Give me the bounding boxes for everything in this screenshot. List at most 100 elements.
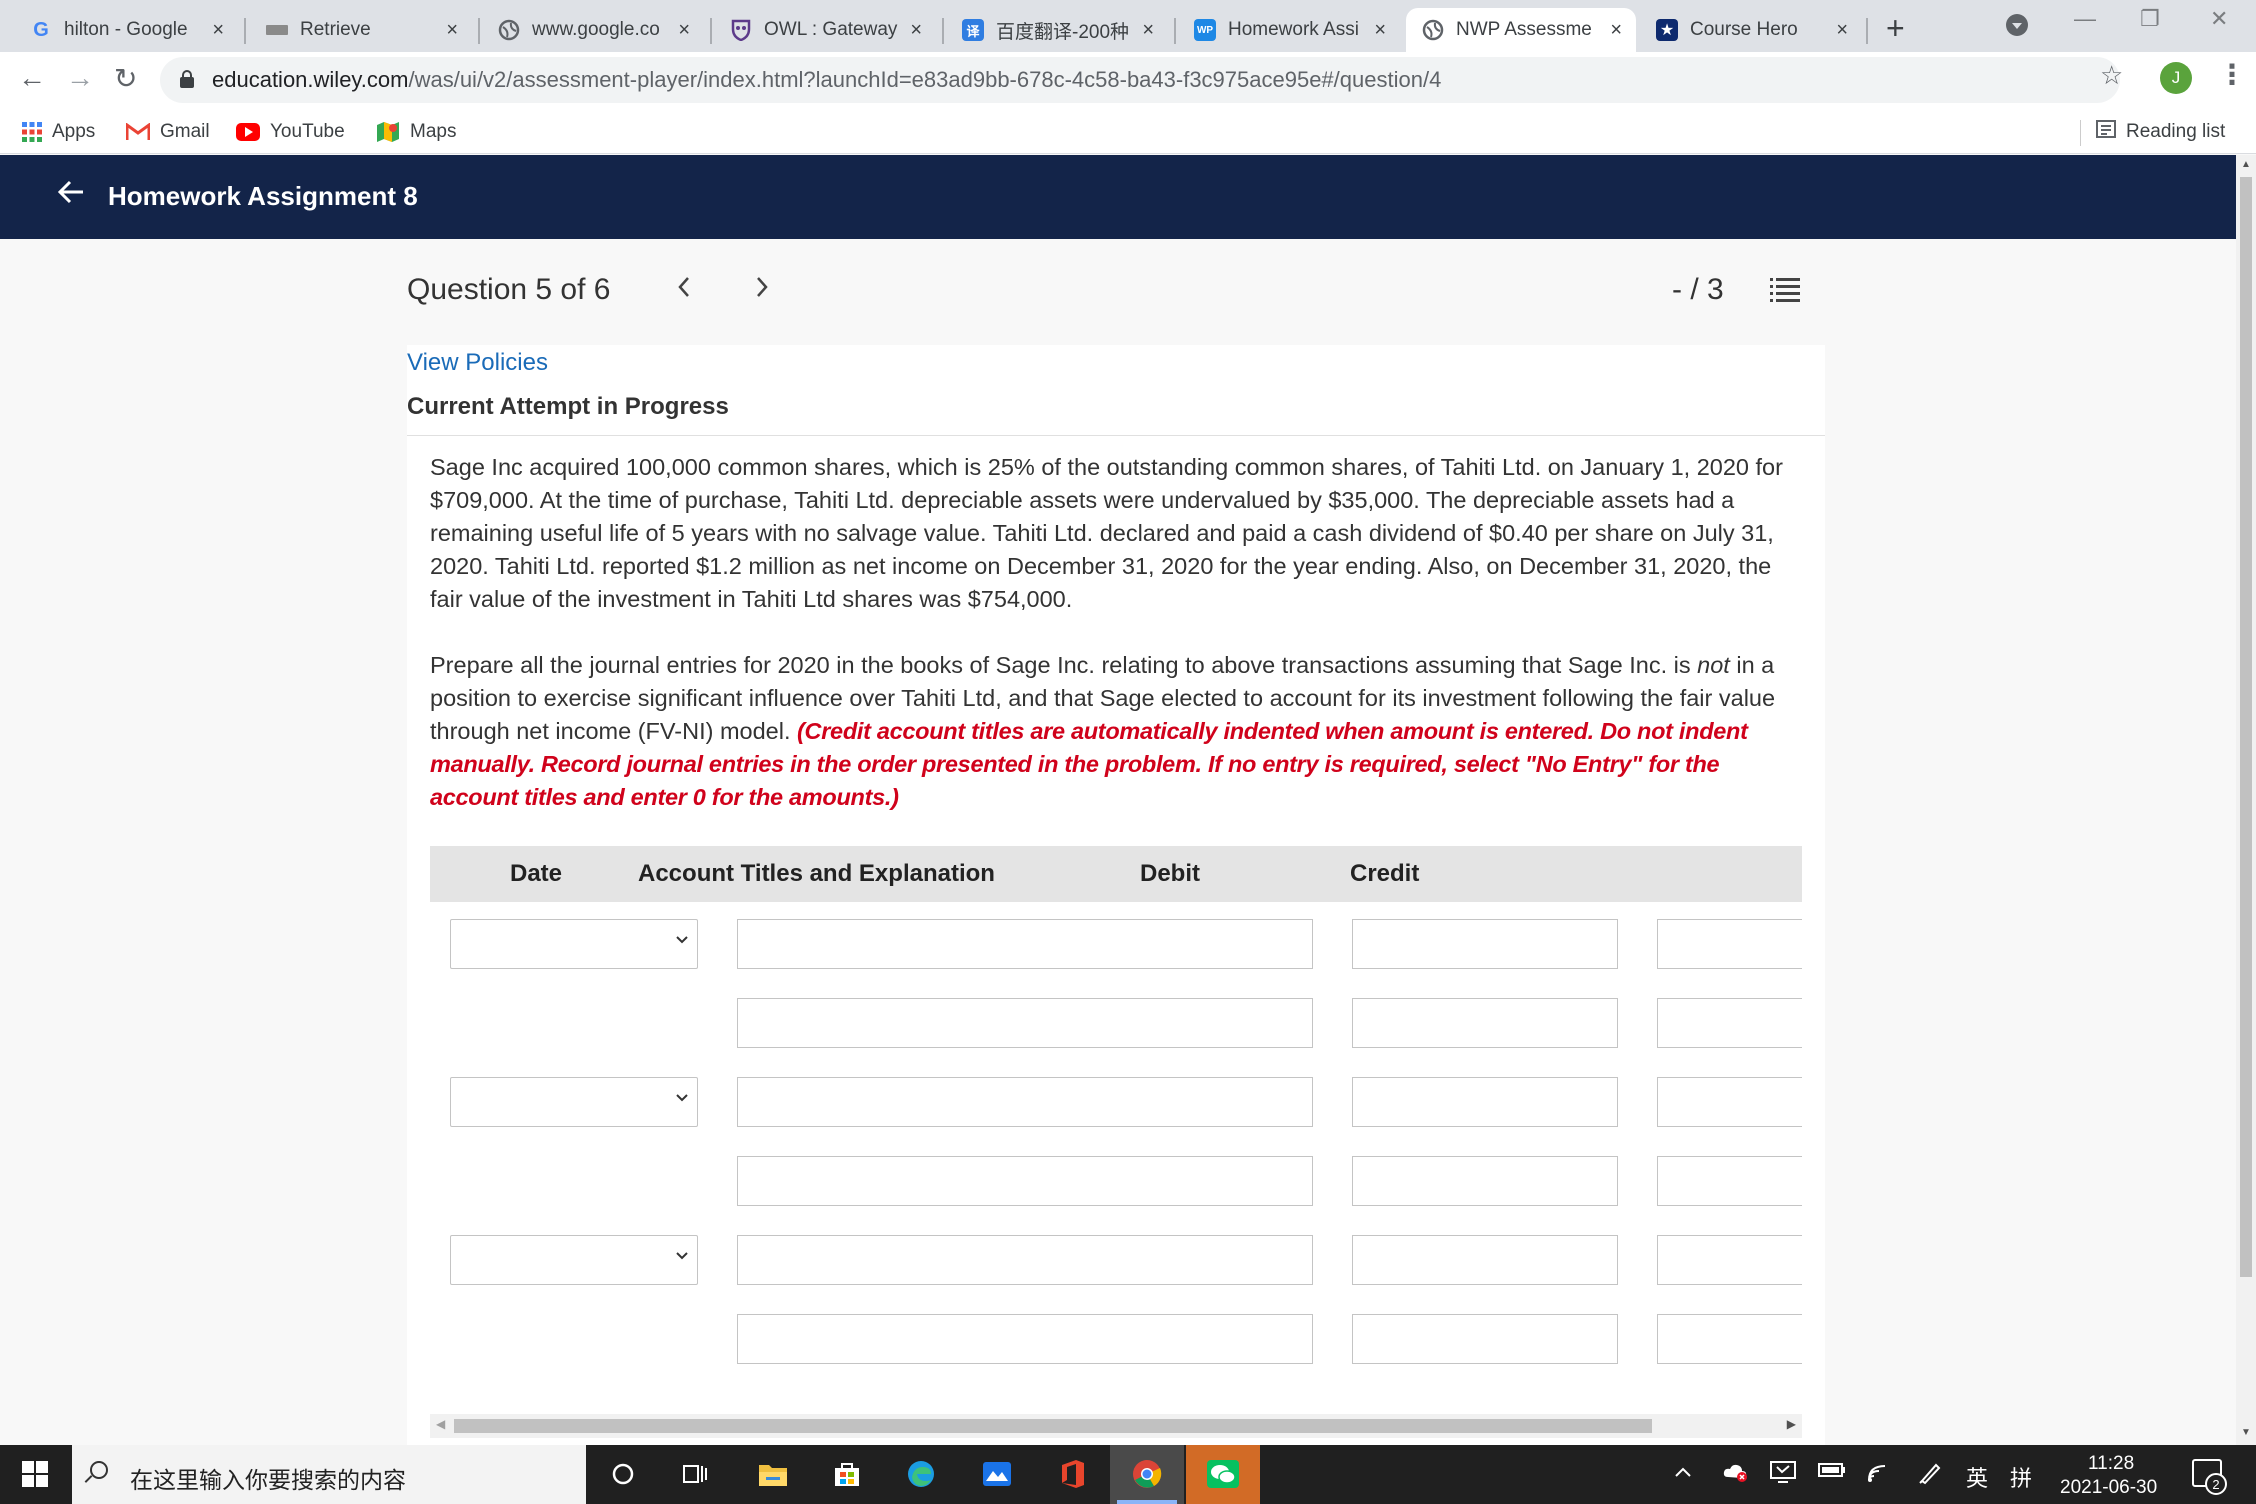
credit-input[interactable] [1657,1077,1802,1127]
app-header: Homework Assignment 8 [0,155,2236,239]
tab-separator [1866,18,1868,44]
ime-language-indicator[interactable]: 英 [1966,1461,1988,1493]
requirement-emphasis: not [1697,652,1730,678]
tab-close-icon[interactable]: × [1836,19,1848,42]
cortana-icon[interactable] [606,1457,640,1491]
ime-mode-indicator[interactable]: 拼 [2010,1461,2032,1493]
tab-close-icon[interactable]: × [446,19,458,42]
browser-tab-hilton[interactable]: G hilton - Google × [14,8,238,52]
debit-input[interactable] [1352,919,1618,969]
bookmark-star-icon[interactable]: ☆ [2100,60,2123,91]
photos-app-icon[interactable] [980,1457,1014,1491]
bookmark-gmail[interactable]: Gmail [126,116,210,148]
url-text[interactable]: education.wiley.com/was/ui/v2/assessment… [212,67,1441,93]
reload-icon[interactable]: ↻ [114,62,137,95]
clock-time[interactable]: 11:28 [2088,1453,2134,1475]
wechat-icon[interactable] [1206,1457,1240,1491]
account-title-input[interactable] [737,919,1313,969]
account-title-input[interactable] [737,998,1313,1048]
tab-close-icon[interactable]: × [678,19,690,42]
debit-input[interactable] [1352,1156,1618,1206]
taskbar-search-box[interactable]: 在这里输入你要搜索的内容 [72,1445,586,1504]
vertical-scroll-thumb[interactable] [2240,177,2252,1277]
tab-title: Course Hero [1690,19,1798,40]
wifi-icon[interactable] [1866,1461,1892,1489]
reading-list-icon [2096,120,2116,144]
file-explorer-icon[interactable] [756,1457,790,1491]
back-arrow-icon[interactable] [56,177,86,215]
browser-tab-retrieve[interactable]: Retrieve × [250,8,472,52]
browser-menu-icon[interactable]: ⋮ [2218,58,2246,91]
clock-date[interactable]: 2021-06-30 [2060,1477,2157,1499]
scroll-up-icon[interactable]: ▲ [2241,159,2251,170]
tab-separator [942,18,944,44]
credit-input[interactable] [1657,919,1802,969]
horizontal-scrollbar[interactable]: ◀ ▶ [430,1414,1802,1438]
journal-row [430,1156,1802,1208]
browser-tab-homework[interactable]: WP Homework Assi × [1178,8,1400,52]
reading-list-button[interactable]: Reading list [2096,116,2225,148]
scroll-right-icon[interactable]: ▶ [1787,1417,1796,1431]
credit-input[interactable] [1657,1156,1802,1206]
tab-close-icon[interactable]: × [1142,19,1154,42]
tab-close-icon[interactable]: × [1610,19,1622,42]
cloud-sync-error-icon[interactable] [1722,1461,1750,1489]
account-title-input[interactable] [737,1077,1313,1127]
tab-search-icon[interactable] [2006,14,2028,36]
debit-input[interactable] [1352,998,1618,1048]
tab-close-icon[interactable]: × [212,19,224,42]
back-icon[interactable]: ← [18,62,46,94]
debit-input[interactable] [1352,1077,1618,1127]
tab-close-icon[interactable]: × [910,19,922,42]
window-close-icon[interactable]: ✕ [2210,6,2228,32]
view-policies-link[interactable]: View Policies [407,349,548,377]
browser-tab-owl[interactable]: OWL : Gateway × [714,8,936,52]
forward-icon[interactable]: → [66,62,94,94]
account-title-input[interactable] [737,1156,1313,1206]
vertical-scrollbar[interactable]: ▲ ▼ [2236,155,2256,1445]
credit-input[interactable] [1657,1235,1802,1285]
tab-separator [710,18,712,44]
date-select[interactable] [450,919,698,969]
task-view-icon[interactable] [678,1457,712,1491]
retrieve-icon [266,25,288,35]
next-question-button[interactable] [754,273,770,307]
horizontal-scroll-thumb[interactable] [454,1419,1652,1433]
date-select[interactable] [450,1077,698,1127]
pen-workspace-icon[interactable] [1918,1461,1942,1491]
profile-avatar[interactable]: J [2160,62,2192,94]
account-title-input[interactable] [737,1235,1313,1285]
browser-tab-baidu-translate[interactable]: 译 百度翻译-200种 × [946,8,1168,52]
display-settings-icon[interactable] [1770,1461,1796,1489]
debit-input[interactable] [1352,1235,1618,1285]
bookmark-maps[interactable]: Maps [376,116,456,148]
credit-input[interactable] [1657,1314,1802,1364]
browser-tab-nwp-assessment[interactable]: NWP Assessme × [1406,8,1636,52]
new-tab-button[interactable]: + [1886,10,1905,47]
bookmark-apps[interactable]: Apps [22,116,95,148]
show-hidden-icons-icon[interactable] [1674,1461,1692,1484]
restore-icon[interactable]: ❐ [2140,6,2160,32]
tab-close-icon[interactable]: × [1374,19,1386,42]
date-select[interactable] [450,1235,698,1285]
scroll-down-icon[interactable]: ▼ [2241,1427,2251,1438]
lock-icon[interactable] [180,70,194,88]
scroll-left-icon[interactable]: ◀ [436,1417,445,1431]
credit-input[interactable] [1657,998,1802,1048]
account-title-input[interactable] [737,1314,1313,1364]
bookmark-youtube[interactable]: YouTube [236,116,345,148]
browser-tab-google[interactable]: www.google.co × [482,8,704,52]
windows-start-icon[interactable] [22,1461,48,1487]
address-bar[interactable]: education.wiley.com/was/ui/v2/assessment… [160,57,2120,103]
edge-browser-icon[interactable] [904,1457,938,1491]
browser-tab-course-hero[interactable]: ★ Course Hero × [1640,8,1862,52]
globe-icon [1422,19,1444,41]
question-list-icon[interactable] [1770,277,1800,303]
microsoft-store-icon[interactable] [830,1457,864,1491]
minimize-icon[interactable]: — [2074,6,2096,32]
debit-input[interactable] [1352,1314,1618,1364]
office-icon[interactable] [1056,1457,1090,1491]
chrome-icon[interactable] [1130,1457,1164,1491]
previous-question-button[interactable] [676,273,692,307]
battery-icon[interactable] [1818,1461,1846,1484]
